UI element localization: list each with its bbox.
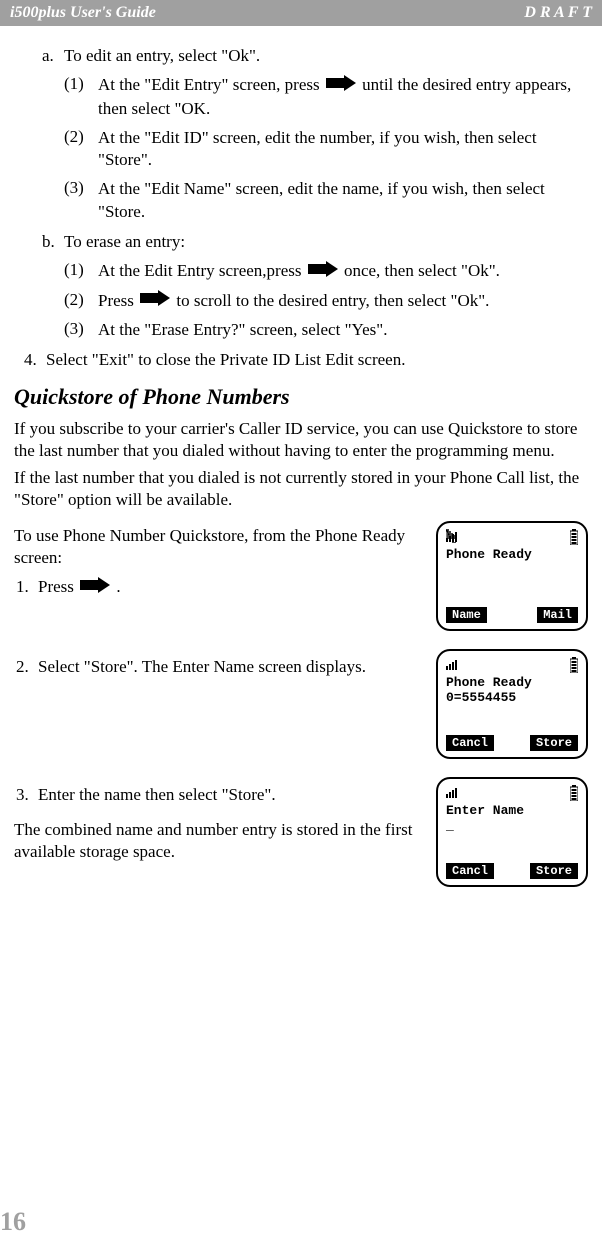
sub-item-b2: (2) Press to scroll to the desired entry… [64, 290, 588, 314]
marker-a3: (3) [64, 178, 98, 224]
para-3: To use Phone Number Quickstore, from the… [14, 525, 424, 569]
marker-a: a. [42, 46, 64, 66]
screen3-line1: Enter Name [446, 803, 578, 819]
step-q3-row: 3. Enter the name then select "Store". T… [14, 777, 588, 887]
step-4: 4. Select "Exit" to close the Private ID… [24, 350, 588, 370]
b2-pre: Press [98, 291, 138, 310]
forward-icon [80, 577, 110, 598]
softkey-right: Store [530, 863, 578, 879]
sub-a2-text: At the "Edit ID" screen, edit the number… [98, 127, 588, 173]
phone-screen-2: Phone Ready 0=5554455 Cancl Store [436, 649, 588, 759]
signal-icon [446, 785, 466, 803]
sub-item-b3: (3) At the "Erase Entry?" screen, select… [64, 319, 588, 342]
b1-post: once, then select "Ok". [344, 261, 500, 280]
marker-b2: (2) [64, 290, 98, 314]
para-2: If the last number that you dialed is no… [14, 467, 588, 511]
signal-icon [446, 657, 466, 675]
sub-b2-text: Press to scroll to the desired entry, th… [98, 290, 588, 314]
sub-item-a1: (1) At the "Edit Entry" screen, press un… [64, 74, 588, 121]
para-1: If you subscribe to your carrier's Calle… [14, 418, 588, 462]
sub-a1-text: At the "Edit Entry" screen, press until … [98, 74, 588, 121]
list-item-b: b. To erase an entry: [42, 232, 588, 252]
screen1-line1: Phone Ready [446, 547, 578, 563]
battery-icon [570, 785, 578, 805]
page-content: a. To edit an entry, select "Ok". (1) At… [0, 26, 602, 887]
sub-a3-text: At the "Edit Name" screen, edit the name… [98, 178, 588, 224]
sub-item-b1: (1) At the Edit Entry screen,press once,… [64, 260, 588, 284]
sub-item-a3: (3) At the "Edit Name" screen, edit the … [64, 178, 588, 224]
screen3-line2: _ [446, 818, 578, 834]
step-q3-text: Enter the name then select "Store". [38, 785, 424, 805]
step-q1-text: Press . [38, 577, 424, 599]
phone-screen-3: Enter Name _ Cancl Store [436, 777, 588, 887]
marker-4: 4. [24, 350, 46, 370]
marker-a2: (2) [64, 127, 98, 173]
marker-q1: 1. [16, 577, 38, 599]
marker-b: b. [42, 232, 64, 252]
battery-icon [570, 529, 578, 549]
a1-pre: At the "Edit Entry" screen, press [98, 75, 324, 94]
step-q3: 3. Enter the name then select "Store". [16, 785, 424, 805]
screen2-line1: Phone Ready [446, 675, 578, 691]
q1-post: . [116, 577, 120, 596]
marker-b1: (1) [64, 260, 98, 284]
screen2-line2: 0=5554455 [446, 690, 578, 706]
item-a-text: To edit an entry, select "Ok". [64, 46, 588, 66]
forward-icon [308, 261, 338, 284]
step-q-intro: To use Phone Number Quickstore, from the… [14, 521, 588, 631]
step-q2-row: 2. Select "Store". The Enter Name screen… [14, 649, 588, 759]
phone-screen-1: Phone Ready Name Mail [436, 521, 588, 631]
section-title: Quickstore of Phone Numbers [14, 384, 588, 410]
q1-pre: Press [38, 577, 78, 596]
step-q1: 1. Press . [16, 577, 424, 599]
step-4-text: Select "Exit" to close the Private ID Li… [46, 350, 588, 370]
list-item-a: a. To edit an entry, select "Ok". [42, 46, 588, 66]
battery-icon [570, 657, 578, 677]
sub-b1-text: At the Edit Entry screen,press once, the… [98, 260, 588, 284]
header-bar: i500plus User's Guide D R A F T [0, 0, 602, 26]
marker-b3: (3) [64, 319, 98, 342]
softkey-left: Cancl [446, 863, 494, 879]
item-b-text: To erase an entry: [64, 232, 588, 252]
b2-post: to scroll to the desired entry, then sel… [176, 291, 489, 310]
softkey-left: Cancl [446, 735, 494, 751]
step-q2-text: Select "Store". The Enter Name screen di… [38, 657, 424, 677]
step-q2: 2. Select "Store". The Enter Name screen… [16, 657, 424, 677]
para-4: The combined name and number entry is st… [14, 819, 424, 863]
header-right: D R A F T [524, 4, 592, 22]
page-number: 16 [0, 1207, 26, 1237]
marker-q2: 2. [16, 657, 38, 677]
forward-icon [326, 75, 356, 98]
b1-pre: At the Edit Entry screen,press [98, 261, 306, 280]
header-left: i500plus User's Guide [10, 4, 156, 22]
forward-icon [140, 290, 170, 313]
sub-item-a2: (2) At the "Edit ID" screen, edit the nu… [64, 127, 588, 173]
signal-icon [446, 529, 466, 547]
softkey-right: Mail [537, 607, 578, 623]
softkey-right: Store [530, 735, 578, 751]
sub-b3-text: At the "Erase Entry?" screen, select "Ye… [98, 319, 588, 342]
marker-a1: (1) [64, 74, 98, 121]
softkey-left: Name [446, 607, 487, 623]
marker-q3: 3. [16, 785, 38, 805]
